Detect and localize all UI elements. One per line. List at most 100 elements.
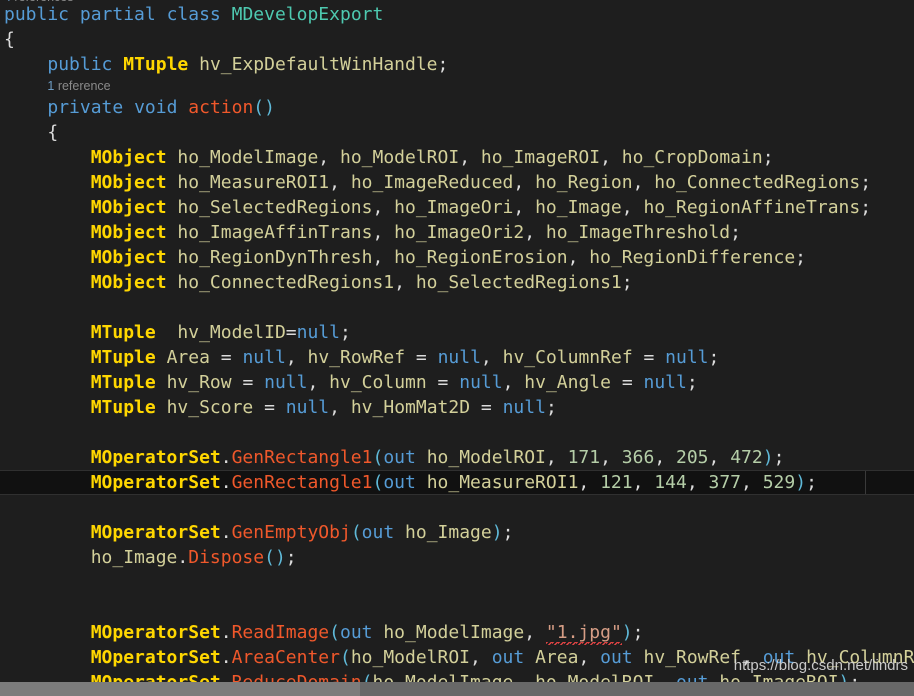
code-token: 144 xyxy=(654,472,687,493)
code-token: ( xyxy=(372,472,384,493)
code-line[interactable]: public MTuple hv_ExpDefaultWinHandle; xyxy=(0,52,914,77)
code-line[interactable]: private void action() xyxy=(0,95,914,120)
code-line[interactable]: MTuple hv_Score = null, hv_HomMat2D = nu… xyxy=(0,395,914,420)
code-token: 366 xyxy=(621,447,655,468)
code-token: ; xyxy=(340,322,351,343)
code-token: ; xyxy=(686,372,698,393)
code-token: null xyxy=(437,347,481,368)
code-token: ; xyxy=(632,622,644,643)
code-token: public xyxy=(47,54,113,75)
code-line-text: MObject ho_RegionDynThresh, ho_RegionEro… xyxy=(4,247,806,268)
code-token: hv_HomMat2D xyxy=(350,397,471,418)
code-token: private xyxy=(47,97,124,118)
code-editor-pane[interactable]: 4 referencespublic partial class MDevelo… xyxy=(0,0,914,696)
code-line[interactable]: MTuple hv_ModelID=null; xyxy=(0,320,914,345)
code-line-text: MOperatorSet.GenRectangle1(out ho_ModelR… xyxy=(4,447,785,468)
code-token: ho_ImageOri2 xyxy=(394,222,525,243)
code-token: ho_Image xyxy=(405,522,492,543)
code-token: null xyxy=(264,372,308,393)
code-line[interactable]: MObject ho_ConnectedRegions1, ho_Selecte… xyxy=(0,270,914,295)
code-token: = xyxy=(285,322,297,343)
code-token: ; xyxy=(860,197,872,218)
code-line[interactable]: MObject ho_MeasureROI1, ho_ImageReduced,… xyxy=(0,170,914,195)
code-token: Area xyxy=(535,647,579,668)
code-token: , xyxy=(329,172,351,193)
code-line[interactable]: MObject ho_ImageAffinTrans, ho_ImageOri2… xyxy=(0,220,914,245)
code-token: 472 xyxy=(730,447,763,468)
horizontal-scrollbar-thumb[interactable] xyxy=(0,682,360,696)
code-line-current[interactable]: MOperatorSet.GenRectangle1(out ho_Measur… xyxy=(0,470,914,495)
code-token: = xyxy=(405,347,438,368)
code-line[interactable]: MOperatorSet.GenRectangle1(out ho_ModelR… xyxy=(0,445,914,470)
code-token: hv_ModelID xyxy=(177,322,286,343)
code-token: out xyxy=(383,447,416,468)
code-line[interactable]: MOperatorSet.ReadImage(out ho_ModelImage… xyxy=(0,620,914,647)
code-token: , xyxy=(708,447,731,468)
code-token: ho_ImageOri xyxy=(394,197,514,218)
code-line[interactable] xyxy=(0,570,914,595)
code-token: , xyxy=(578,647,601,668)
code-token: = xyxy=(426,372,460,393)
code-line[interactable]: MTuple hv_Row = null, hv_Column = null, … xyxy=(0,370,914,395)
code-token: ; xyxy=(762,147,774,168)
code-token: ( xyxy=(372,447,384,468)
code-line[interactable] xyxy=(0,295,914,320)
code-token: ( xyxy=(329,622,340,643)
codelens-reference-count[interactable]: 1 reference xyxy=(0,77,914,95)
code-token: MOperatorSet xyxy=(90,522,221,543)
code-lines-container[interactable]: 4 referencespublic partial class MDevelo… xyxy=(0,0,914,696)
code-line-text: { xyxy=(4,122,58,143)
code-line[interactable]: MObject ho_SelectedRegions, ho_ImageOri,… xyxy=(0,195,914,220)
code-token: , xyxy=(545,447,568,468)
code-line-text: MTuple hv_Row = null, hv_Column = null, … xyxy=(4,372,698,393)
code-line-text: { xyxy=(4,29,15,50)
code-line[interactable]: { xyxy=(0,120,914,145)
code-token: , xyxy=(372,247,395,268)
code-line-text: MTuple hv_Score = null, hv_HomMat2D = nu… xyxy=(4,397,557,418)
code-token: hv_Row xyxy=(166,372,232,393)
code-token: null xyxy=(643,372,687,393)
code-token: ho_RegionDifference xyxy=(589,247,796,268)
code-line[interactable]: ho_Image.Dispose(); xyxy=(0,545,914,570)
code-token: ; xyxy=(795,247,806,268)
code-token: ) xyxy=(621,622,633,643)
code-token: MObject xyxy=(90,272,167,293)
code-token: MTuple xyxy=(90,322,156,343)
code-token: ho_CropDomain xyxy=(621,147,763,168)
code-token: ho_ModelImage xyxy=(177,147,319,168)
code-line-text: MObject ho_SelectedRegions, ho_ImageOri,… xyxy=(4,197,871,218)
code-token: MOperatorSet xyxy=(90,447,221,468)
code-line[interactable]: MObject ho_ModelImage, ho_ModelROI, ho_I… xyxy=(0,145,914,170)
code-token: { xyxy=(4,29,15,50)
horizontal-scrollbar[interactable] xyxy=(0,682,914,696)
code-token: hv_RowRef xyxy=(307,347,406,368)
code-line[interactable] xyxy=(0,495,914,520)
code-token: ho_MeasureROI1 xyxy=(177,172,330,193)
code-token: ; xyxy=(285,547,297,568)
code-line[interactable]: { xyxy=(0,27,914,52)
code-token: ho_ConnectedRegions1 xyxy=(177,272,395,293)
code-line[interactable] xyxy=(0,595,914,620)
code-token: null xyxy=(285,397,330,418)
code-line[interactable]: public partial class MDevelopExport xyxy=(0,2,914,27)
code-token: , xyxy=(578,472,601,493)
code-line[interactable]: MObject ho_RegionDynThresh, ho_RegionEro… xyxy=(0,245,914,270)
code-line[interactable]: MOperatorSet.GenEmptyObj(out ho_Image); xyxy=(0,520,914,545)
code-line[interactable]: MTuple Area = null, hv_RowRef = null, hv… xyxy=(0,345,914,370)
code-token: null xyxy=(296,322,340,343)
code-token: hv_ColumnRef xyxy=(502,347,633,368)
code-line[interactable] xyxy=(0,420,914,445)
code-token: GenRectangle1 xyxy=(231,472,373,493)
